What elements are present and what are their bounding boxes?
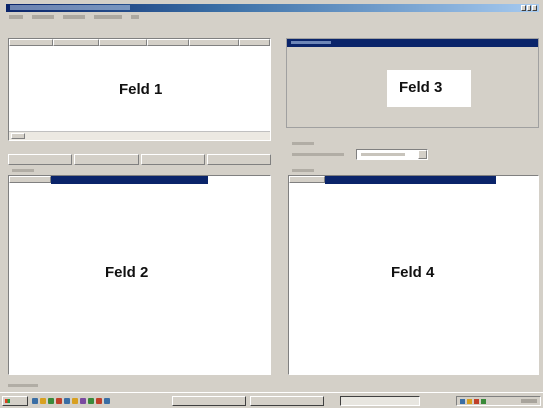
feld1-button-row <box>8 154 271 165</box>
taskbar-window-button[interactable] <box>172 396 246 406</box>
column-header[interactable] <box>239 39 270 46</box>
toolbar-button[interactable] <box>206 154 271 165</box>
start-button[interactable] <box>2 396 28 406</box>
chevron-down-icon[interactable] <box>418 150 427 159</box>
feld2-caption <box>12 169 34 172</box>
feld3-title-blurred <box>291 41 331 44</box>
feld3-label: Feld 3 <box>399 79 443 96</box>
feld2-label: Feld 2 <box>105 264 149 281</box>
menu-item[interactable] <box>9 15 23 19</box>
quick-launch-icon[interactable] <box>40 398 46 404</box>
settings-field-label <box>292 153 344 156</box>
feld2-header-row <box>9 176 270 184</box>
quick-launch-icon[interactable] <box>72 398 78 404</box>
feld1-horizontal-scrollbar[interactable] <box>9 131 270 140</box>
window-titlebar <box>6 4 539 12</box>
feld4-caption <box>292 169 314 172</box>
quick-launch-icon[interactable] <box>96 398 102 404</box>
toolbar-button[interactable] <box>140 154 205 165</box>
tray-icon[interactable] <box>474 399 479 404</box>
menu-item[interactable] <box>32 15 54 19</box>
feld1-list-panel[interactable]: Feld 1 <box>8 38 271 141</box>
feld4-selected-row[interactable] <box>325 176 496 184</box>
taskbar-window-button[interactable] <box>250 396 324 406</box>
feld2-selected-row[interactable] <box>51 176 208 184</box>
toolbar-button[interactable] <box>74 154 139 165</box>
settings-caption <box>292 142 314 145</box>
system-tray <box>456 396 541 406</box>
quick-launch-icon[interactable] <box>88 398 94 404</box>
feld1-label: Feld 1 <box>119 81 163 98</box>
column-header[interactable] <box>9 176 51 183</box>
feld1-column-header <box>9 39 270 47</box>
taskbar-window-button-active[interactable] <box>340 396 420 406</box>
window-controls <box>521 5 538 11</box>
feld2-list-panel[interactable]: Feld 2 <box>8 175 271 375</box>
start-icon <box>5 399 10 403</box>
quick-launch-icon[interactable] <box>80 398 86 404</box>
window-title-blurred <box>10 5 130 10</box>
column-header[interactable] <box>53 39 99 46</box>
quick-launch-icon[interactable] <box>48 398 54 404</box>
column-header[interactable] <box>9 39 53 46</box>
quick-launch-icon[interactable] <box>56 398 62 404</box>
dropdown-value-blurred <box>361 153 405 156</box>
feld4-list-panel[interactable]: Feld 4 <box>288 175 539 375</box>
feld4-label: Feld 4 <box>391 264 435 281</box>
column-header[interactable] <box>99 39 147 46</box>
tray-icon[interactable] <box>481 399 486 404</box>
menu-item[interactable] <box>131 15 139 19</box>
column-header[interactable] <box>189 39 239 46</box>
tray-icon[interactable] <box>460 399 465 404</box>
status-bar-text <box>8 384 38 387</box>
column-header[interactable] <box>289 176 325 183</box>
minimize-button[interactable] <box>521 5 526 11</box>
quick-launch-icon[interactable] <box>32 398 38 404</box>
taskbar <box>0 392 543 408</box>
feld4-header-row <box>289 176 538 184</box>
column-header[interactable] <box>147 39 189 46</box>
settings-dropdown[interactable] <box>356 149 428 160</box>
menu-item[interactable] <box>63 15 85 19</box>
quick-launch-icon[interactable] <box>64 398 70 404</box>
tray-icon[interactable] <box>467 399 472 404</box>
feld3-panel: Feld 3 <box>286 38 539 128</box>
menu-bar <box>6 13 539 21</box>
feld3-label-box: Feld 3 <box>387 70 471 107</box>
maximize-button[interactable] <box>526 5 532 11</box>
close-button[interactable] <box>532 5 538 11</box>
scrollbar-thumb[interactable] <box>11 133 25 139</box>
toolbar-button[interactable] <box>8 154 73 165</box>
menu-item[interactable] <box>94 15 122 19</box>
feld3-titlebar <box>287 39 538 47</box>
quick-launch-icon[interactable] <box>104 398 110 404</box>
tray-clock-icon[interactable] <box>521 399 537 403</box>
